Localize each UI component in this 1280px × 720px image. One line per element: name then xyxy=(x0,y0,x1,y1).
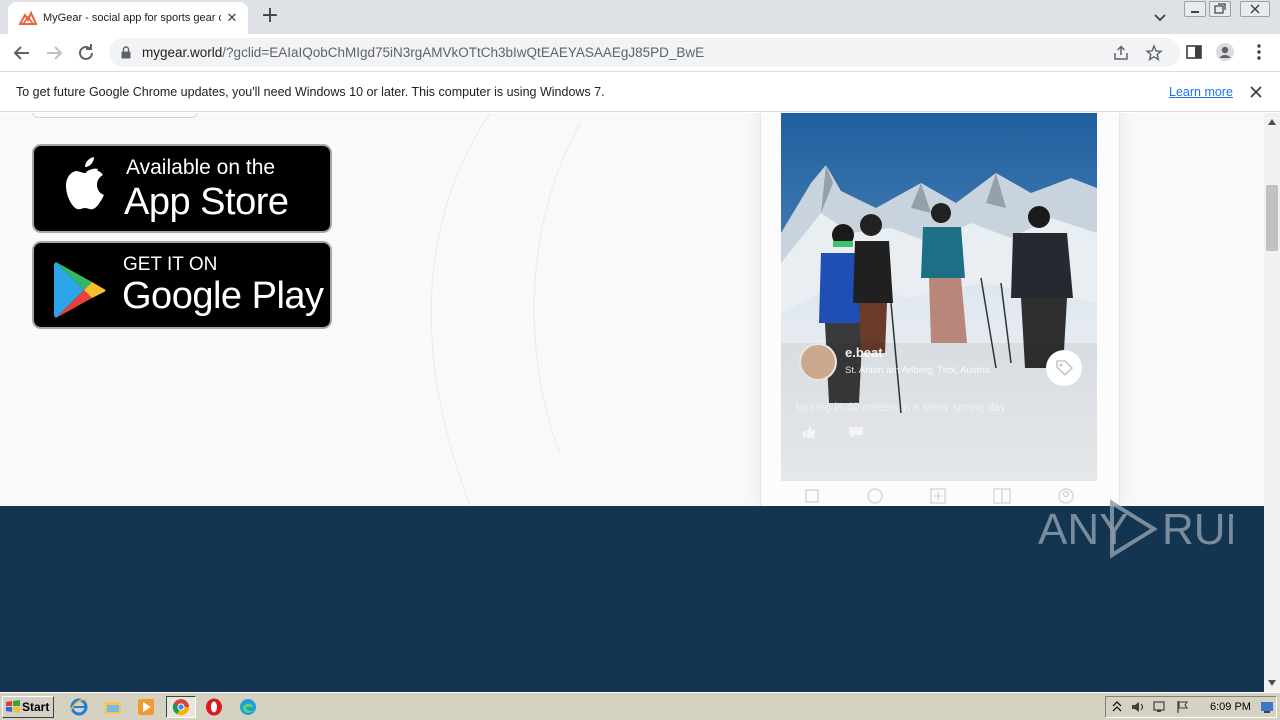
apple-icon xyxy=(66,157,104,210)
post-user-avatar[interactable] xyxy=(799,343,837,381)
ski-touring-photo[interactable]: e.beat St. Anton am Arlberg, Tirol, Aust… xyxy=(781,113,1097,481)
back-icon[interactable] xyxy=(10,41,34,65)
restore-icon xyxy=(1214,3,1226,14)
scroll-thumb[interactable] xyxy=(1266,185,1278,251)
media-player-icon[interactable] xyxy=(137,698,155,716)
volume-icon[interactable] xyxy=(1130,700,1146,714)
lock-icon[interactable] xyxy=(121,46,131,59)
add-post-icon[interactable] xyxy=(930,488,946,504)
new-tab-button[interactable]: + xyxy=(258,5,282,29)
url-text[interactable]: mygear.world/?gclid=EAIaIQobChMIgd75iN3r… xyxy=(142,45,704,61)
like-icon[interactable] xyxy=(803,426,815,438)
menu-icon[interactable] xyxy=(1249,42,1269,62)
google-play-badge[interactable]: GET IT ON Google Play xyxy=(32,241,332,329)
minimize-window-button[interactable] xyxy=(1184,1,1206,17)
tab-strip: MyGear - social app for sports gear owne… xyxy=(0,0,1280,34)
browser-tab[interactable]: MyGear - social app for sports gear owne… xyxy=(8,2,248,34)
profile-icon[interactable] xyxy=(1215,42,1235,62)
google-play-line2: Google Play xyxy=(122,275,324,317)
feed-icon[interactable] xyxy=(805,489,819,503)
watermark-any: ANY xyxy=(1038,505,1128,554)
address-bar[interactable]: mygear.world/?gclid=EAIaIQobChMIgd75iN3r… xyxy=(109,38,1180,67)
anyrun-watermark: ANY RUN xyxy=(1038,499,1233,559)
screen: MyGear - social app for sports gear owne… xyxy=(0,0,1280,720)
comment-icon[interactable] xyxy=(849,427,863,438)
taskbar-clock[interactable]: 6:09 PM xyxy=(1210,701,1251,713)
browser-toolbar: mygear.world/?gclid=EAIaIQobChMIgd75iN3r… xyxy=(0,34,1280,71)
scroll-down-icon[interactable] xyxy=(1268,680,1276,686)
edge-icon[interactable] xyxy=(239,698,257,716)
tab-search-chevron-icon[interactable] xyxy=(1152,9,1168,25)
forward-icon[interactable] xyxy=(42,41,66,65)
google-play-icon xyxy=(54,262,106,318)
url-host: mygear.world xyxy=(142,45,223,60)
url-path: /?gclid=EAIaIQobChMIgd75iN3rgAMVkOTtCh3b… xyxy=(222,45,705,60)
infobar-close-icon[interactable] xyxy=(1248,84,1264,100)
opera-icon[interactable] xyxy=(205,698,223,716)
close-icon xyxy=(1250,4,1260,14)
chrome-update-infobar: To get future Google Chrome updates, you… xyxy=(0,71,1280,112)
share-icon[interactable] xyxy=(1112,44,1130,62)
file-explorer-icon[interactable] xyxy=(104,698,122,716)
tab-close-icon[interactable]: ✕ xyxy=(224,10,240,26)
star-icon[interactable] xyxy=(1145,44,1163,62)
mygear-favicon-icon xyxy=(19,11,37,25)
tag-button[interactable] xyxy=(1046,350,1082,386)
google-play-line1: GET IT ON xyxy=(123,254,218,275)
chrome-task-button[interactable] xyxy=(166,696,196,718)
page-scrollbar[interactable] xyxy=(1264,113,1280,692)
search-icon[interactable] xyxy=(867,488,883,504)
start-button[interactable]: Start xyxy=(2,696,54,718)
post-actions[interactable] xyxy=(799,424,879,440)
page-content: Available on the App Store GET IT ON Goo… xyxy=(0,113,1264,692)
side-panel-icon[interactable] xyxy=(1184,42,1204,62)
watermark-run: RUN xyxy=(1162,505,1233,554)
post-location: St. Anton am Arlberg, Tirol, Austria xyxy=(845,365,990,376)
system-tray: 6:09 PM xyxy=(1105,696,1277,718)
learn-more-link[interactable]: Learn more xyxy=(1169,84,1233,100)
tray-expand-icon[interactable] xyxy=(1112,701,1122,713)
restore-window-button[interactable] xyxy=(1209,1,1231,17)
tag-icon xyxy=(1056,360,1074,377)
internet-explorer-icon[interactable] xyxy=(70,698,88,716)
post-username[interactable]: e.beat xyxy=(845,345,883,360)
app-store-line1: Available on the xyxy=(126,156,276,179)
network-icon[interactable] xyxy=(1152,700,1168,714)
infobar-message: To get future Google Chrome updates, you… xyxy=(16,85,605,99)
app-store-badge[interactable]: Available on the App Store xyxy=(32,144,332,233)
start-label: Start xyxy=(22,700,50,714)
scroll-up-icon[interactable] xyxy=(1268,119,1276,125)
action-center-flag-icon[interactable] xyxy=(1176,700,1190,714)
tab-title: MyGear - social app for sports gear owne… xyxy=(43,12,221,24)
partial-button-outline xyxy=(32,113,198,118)
minimize-icon xyxy=(1191,11,1199,13)
reload-icon[interactable] xyxy=(74,41,98,65)
chrome-icon xyxy=(172,699,190,716)
post-caption: touring in 40 meters in a shiny spring d… xyxy=(796,402,1006,414)
windows-taskbar: Start 6:09 PM xyxy=(0,692,1280,720)
close-window-button[interactable] xyxy=(1240,1,1270,17)
windows-logo-icon xyxy=(6,700,20,713)
gear-book-icon[interactable] xyxy=(993,488,1011,504)
app-store-line2: App Store xyxy=(124,181,289,223)
show-desktop-icon[interactable] xyxy=(1260,700,1274,714)
